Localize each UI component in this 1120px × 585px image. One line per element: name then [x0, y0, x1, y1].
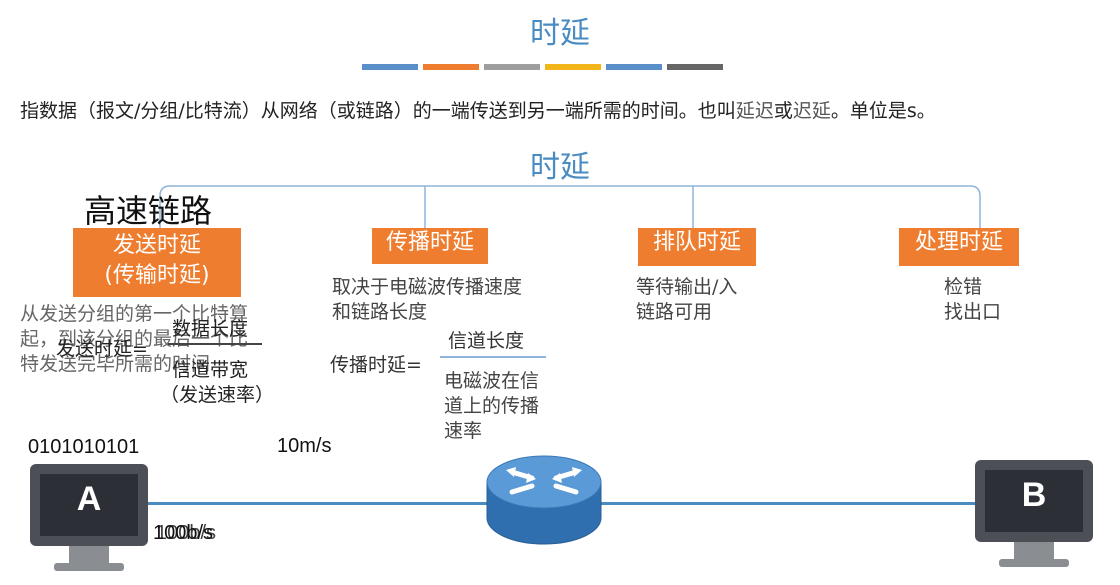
host-b-computer: B	[975, 460, 1093, 542]
propagation-denominator-line: 速率	[444, 420, 483, 442]
box-transmission-line2: (传输时延)	[104, 263, 210, 288]
bit-stream: 0101010101	[28, 436, 140, 458]
processing-desc-line: 找出口	[944, 301, 1002, 323]
transmission-denominator: 信道带宽	[172, 359, 249, 381]
box-transmission-line1: 发送时延	[112, 233, 201, 258]
transmission-numerator: 数据长度	[172, 318, 249, 340]
host-a-stand	[69, 546, 109, 564]
transmission-fraction-bar	[168, 343, 262, 345]
router-top	[486, 455, 602, 509]
propagation-desc-line: 和链路长度	[332, 301, 428, 323]
tree-bracket	[159, 185, 981, 228]
host-b-label: B	[1021, 476, 1047, 514]
handwritten-note: 高速链路	[84, 192, 213, 230]
box-transmission-delay: 发送时延 (传输时延)	[73, 228, 241, 297]
queuing-desc-line: 链路可用	[636, 301, 713, 323]
transmission-denominator-note: （发送速率）	[160, 384, 275, 406]
host-b-stand	[1014, 542, 1054, 560]
rate-label-link-ghost: 100b/s	[156, 522, 217, 544]
transmission-formula-lhs: 发送时延=	[56, 338, 148, 360]
box-processing-delay: 处理时延	[899, 228, 1019, 266]
propagation-fraction-bar	[440, 356, 546, 358]
rate-label-top: 10m/s	[277, 435, 332, 457]
processing-desc-line: 检错	[944, 276, 983, 298]
propagation-desc-line: 取决于电磁波传播速度	[332, 276, 523, 298]
box-queuing-delay: 排队时延	[638, 228, 756, 266]
host-a-base	[54, 563, 124, 571]
host-a-label: A	[76, 480, 102, 518]
box-propagation-delay: 传播时延	[372, 228, 488, 264]
host-a-computer: A	[30, 464, 148, 546]
processing-description: 检错 找出口	[944, 275, 1001, 325]
propagation-numerator: 信道长度	[448, 330, 525, 352]
queuing-desc-line: 等待输出/入	[636, 276, 738, 298]
host-b-base	[999, 559, 1069, 567]
propagation-denominator-line: 电磁波在信	[444, 370, 540, 392]
propagation-description: 取决于电磁波传播速度 和链路长度	[332, 275, 522, 325]
queuing-description: 等待输出/入 链路可用	[636, 275, 737, 325]
propagation-denominator: 电磁波在信 道上的传播 速率	[444, 369, 539, 444]
propagation-denominator-line: 道上的传播	[444, 395, 540, 417]
propagation-formula-lhs: 传播时延=	[330, 354, 422, 376]
router-icon	[486, 455, 602, 545]
